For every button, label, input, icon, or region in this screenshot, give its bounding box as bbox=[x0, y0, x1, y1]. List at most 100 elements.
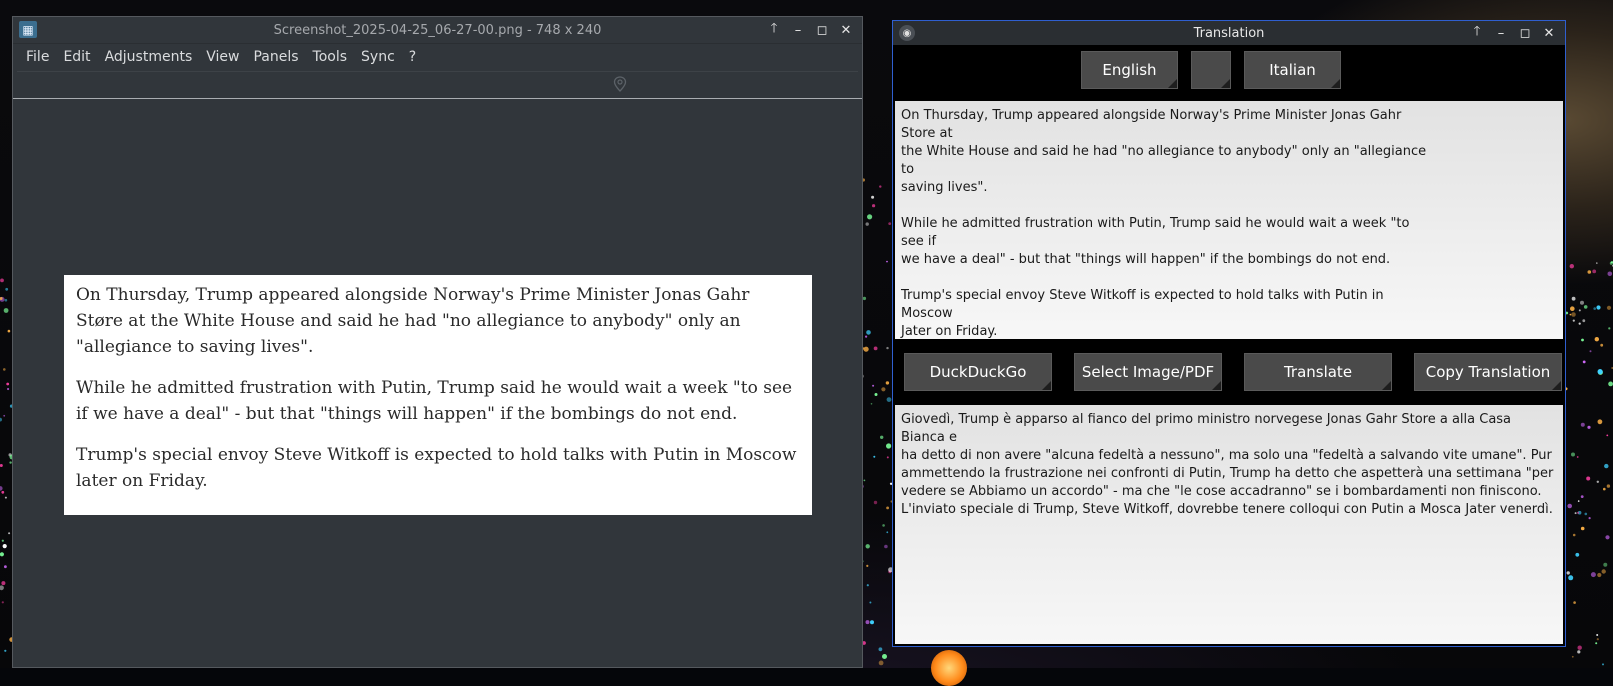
wallpaper-light-dot bbox=[881, 387, 886, 392]
wallpaper-light-dot bbox=[1597, 369, 1603, 375]
wallpaper-light-dot bbox=[1596, 262, 1598, 264]
wallpaper-light-dot bbox=[865, 335, 868, 338]
wallpaper-light-dot bbox=[870, 620, 874, 625]
wallpaper-light-dot bbox=[882, 654, 887, 659]
wallpaper-light-dot bbox=[878, 660, 884, 666]
wallpaper-light-dot bbox=[1572, 319, 1575, 322]
maximize-icon[interactable]: ◻ bbox=[1513, 22, 1537, 44]
minimize-icon[interactable]: – bbox=[786, 19, 810, 41]
wallpaper-light-dot bbox=[1569, 313, 1572, 316]
viewer-menubar: File Edit Adjustments View Panels Tools … bbox=[13, 44, 862, 70]
wallpaper-light-dot bbox=[3, 414, 6, 417]
image-viewer-app-icon[interactable]: ▦ bbox=[19, 21, 37, 38]
image-canvas[interactable]: On Thursday, Trump appeared alongside No… bbox=[13, 98, 862, 667]
keep-above-icon[interactable]: 🡑 bbox=[762, 19, 786, 41]
translation-output-area[interactable]: Giovedì, Trump è apparso al fianco del p… bbox=[895, 405, 1563, 644]
wallpaper-light-dot bbox=[878, 647, 883, 652]
wallpaper-light-dot bbox=[1571, 296, 1576, 301]
wallpaper-light-dot bbox=[1, 581, 6, 586]
close-icon[interactable]: ✕ bbox=[1537, 22, 1561, 44]
wallpaper-light-dot bbox=[1571, 655, 1574, 658]
wallpaper-light-dot bbox=[870, 403, 873, 405]
wallpaper-light-dot bbox=[1568, 575, 1574, 581]
duckduckgo-button[interactable]: DuckDuckGo bbox=[904, 353, 1052, 391]
wallpaper-light-dot bbox=[0, 585, 4, 591]
wallpaper-light-dot bbox=[1571, 452, 1575, 457]
wallpaper-light-dot bbox=[1577, 500, 1580, 502]
wallpaper-light-dot bbox=[1578, 309, 1581, 312]
wallpaper-light-dot bbox=[1570, 306, 1575, 312]
wallpaper-light-dot bbox=[865, 544, 870, 549]
wallpaper-light-dot bbox=[866, 584, 869, 587]
wallpaper-light-dot bbox=[1596, 634, 1599, 636]
wallpaper-light-dot bbox=[1587, 270, 1592, 274]
menu-adjustments[interactable]: Adjustments bbox=[98, 46, 200, 68]
wallpaper-light-dot bbox=[1597, 419, 1603, 425]
wallpaper-light-dot bbox=[879, 185, 882, 188]
wallpaper-light-dot bbox=[1577, 511, 1580, 514]
wallpaper-light-dot bbox=[1, 490, 5, 494]
wallpaper-light-dot bbox=[1595, 642, 1598, 645]
wallpaper-light-dot bbox=[1571, 312, 1576, 317]
translate-button[interactable]: Translate bbox=[1244, 353, 1392, 391]
menu-view[interactable]: View bbox=[199, 46, 246, 68]
wallpaper-light-dot bbox=[7, 329, 11, 333]
wallpaper-light-dot bbox=[1590, 572, 1596, 578]
wallpaper-light-dot bbox=[874, 393, 878, 396]
wallpaper-light-dot bbox=[2, 544, 7, 549]
keep-above-icon[interactable]: 🡑 bbox=[1465, 22, 1489, 44]
wallpaper-light-dot bbox=[1606, 434, 1609, 437]
translation-window-controls: 🡑 – ◻ ✕ bbox=[1465, 21, 1561, 45]
select-image-pdf-button[interactable]: Select Image/PDF bbox=[1074, 353, 1222, 391]
wallpaper-light-dot bbox=[1586, 476, 1591, 481]
viewer-titlebar[interactable]: ▦ Screenshot_2025-04-25_06-27-00.png - 7… bbox=[13, 17, 862, 44]
wallpaper-light-dot bbox=[1593, 307, 1596, 310]
translation-titlebar[interactable]: ◉ Translation 🡑 – ◻ ✕ bbox=[893, 21, 1565, 45]
wallpaper-light-dot bbox=[884, 544, 888, 549]
wallpaper-light-dot bbox=[7, 387, 10, 391]
wallpaper-light-dot bbox=[1596, 638, 1599, 641]
wallpaper-light-dot bbox=[1575, 552, 1580, 557]
wallpaper-light-dot bbox=[1566, 571, 1570, 575]
menu-sync[interactable]: Sync bbox=[354, 46, 402, 68]
menu-help[interactable]: ? bbox=[402, 46, 423, 68]
wallpaper-light-dot bbox=[1572, 533, 1576, 537]
source-text-area[interactable]: On Thursday, Trump appeared alongside No… bbox=[895, 101, 1563, 339]
wallpaper-light-dot bbox=[0, 464, 3, 467]
viewer-toolbar bbox=[17, 71, 858, 98]
wallpaper-light-dot bbox=[1607, 271, 1613, 277]
target-language-button[interactable]: Italian bbox=[1244, 51, 1341, 89]
wallpaper-light-dot bbox=[1582, 360, 1586, 364]
wallpaper-light-dot bbox=[1606, 305, 1612, 310]
wallpaper-light-dot bbox=[1, 539, 4, 542]
wallpaper-light-dot bbox=[1582, 319, 1586, 323]
menu-tools[interactable]: Tools bbox=[306, 46, 355, 68]
location-pin-icon[interactable] bbox=[613, 76, 627, 92]
swap-languages-button[interactable] bbox=[1191, 51, 1231, 89]
image-paragraph: While he admitted frustration with Putin… bbox=[76, 378, 793, 424]
wallpaper-light-dot bbox=[872, 384, 875, 387]
wallpaper-light-dot bbox=[1592, 269, 1597, 274]
wallpaper-light-dot bbox=[1596, 480, 1600, 483]
wallpaper-light-dot bbox=[1573, 601, 1576, 604]
minimize-icon[interactable]: – bbox=[1489, 22, 1513, 44]
translation-window-title: Translation bbox=[1193, 25, 1265, 41]
language-selector-bar: English Italian bbox=[893, 45, 1565, 99]
wallpaper-light-dot bbox=[1606, 484, 1611, 488]
wallpaper-light-dot bbox=[1567, 503, 1572, 509]
wallpaper-light-dot bbox=[5, 287, 9, 291]
menu-edit[interactable]: Edit bbox=[56, 46, 97, 68]
wallpaper-light-dot bbox=[1580, 300, 1584, 305]
menu-panels[interactable]: Panels bbox=[246, 46, 305, 68]
wallpaper-light-dot bbox=[4, 649, 7, 652]
source-language-button[interactable]: English bbox=[1081, 51, 1178, 89]
close-icon[interactable]: ✕ bbox=[834, 19, 858, 41]
menu-file[interactable]: File bbox=[19, 46, 56, 68]
maximize-icon[interactable]: ◻ bbox=[810, 19, 834, 41]
wallpaper-light-dot bbox=[880, 435, 884, 439]
wallpaper-light-dot bbox=[1576, 456, 1579, 458]
wallpaper-light-dot bbox=[869, 601, 872, 604]
copy-translation-button[interactable]: Copy Translation bbox=[1414, 353, 1562, 391]
wallpaper-light-dot bbox=[862, 296, 867, 301]
translator-app-icon[interactable]: ◉ bbox=[899, 25, 915, 41]
